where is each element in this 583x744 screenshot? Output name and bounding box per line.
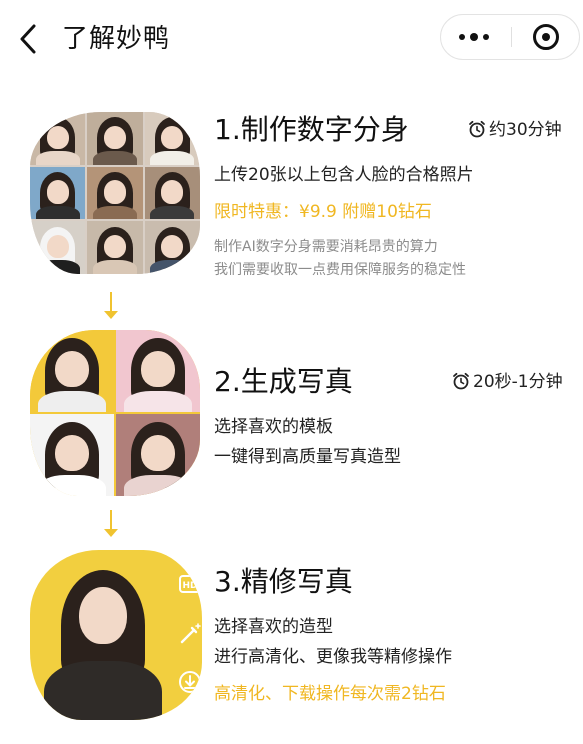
step3-title: 3.精修写真 [214, 565, 353, 598]
step1-promo: 限时特惠：¥9.9 附赠10钻石 [214, 202, 432, 222]
step2-duration-text: 20秒-1分钟 [473, 372, 563, 392]
step1-duration: 约30分钟 [468, 118, 562, 142]
alarm-clock-icon [453, 372, 469, 390]
step3-portrait: HD [30, 550, 202, 720]
step2-portrait-collage [30, 330, 200, 496]
step-arrow-1 [104, 292, 118, 320]
mini-program-close-icon [533, 24, 559, 50]
page-title: 了解妙鸭 [62, 24, 171, 54]
step1-note-2: 我们需要收取一点费用保障服务的稳定性 [214, 262, 466, 278]
close-mini-program-button[interactable] [512, 15, 580, 59]
step1-duration-text: 约30分钟 [489, 120, 562, 140]
step2-line-1: 选择喜欢的模板 [214, 417, 333, 437]
hd-icon[interactable]: HD [178, 572, 202, 596]
step1-line-1: 上传20张以上包含人脸的合格照片 [214, 165, 474, 185]
step1-title: 1.制作数字分身 [214, 113, 409, 146]
more-dots-icon [459, 33, 494, 53]
step2-line-2: 一键得到高质量写真造型 [214, 447, 401, 467]
step-arrow-2 [104, 510, 118, 538]
step1-note-1: 制作AI数字分身需要消耗昂贵的算力 [214, 239, 438, 255]
step3-line-2: 进行高清化、更像我等精修操作 [214, 647, 452, 667]
download-icon[interactable] [178, 670, 202, 694]
step2-title: 2.生成写真 [214, 365, 353, 398]
step3-cost-note: 高清化、下载操作每次需2钻石 [214, 684, 446, 704]
step1-photo-collage [30, 112, 200, 274]
step3-line-1: 选择喜欢的造型 [214, 617, 333, 637]
step2-duration: 20秒-1分钟 [452, 370, 563, 394]
alarm-clock-icon [469, 120, 485, 138]
mini-program-capsule [440, 14, 580, 60]
chevron-left-icon [20, 24, 36, 54]
magic-wand-icon[interactable] [178, 622, 202, 646]
hd-icon-label: HD [182, 581, 197, 591]
more-button[interactable] [441, 15, 511, 59]
back-button[interactable] [14, 22, 44, 56]
